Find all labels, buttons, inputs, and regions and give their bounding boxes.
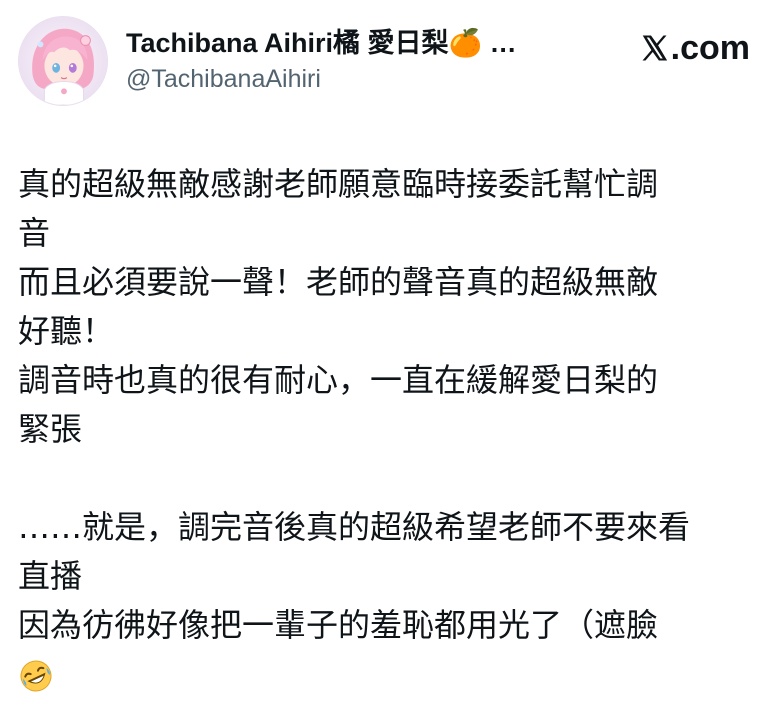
- avatar[interactable]: [18, 16, 108, 106]
- tweet-line-emoji: [18, 650, 748, 699]
- author-info: Tachibana Aihiri橘 愛日梨🍊 … @TachibanaAihir…: [126, 24, 596, 96]
- tweet-line: 好聽！: [18, 312, 115, 350]
- x-brand: .com: [639, 28, 750, 68]
- tweet-line: 調音時也真的很有耐心，一直在緩解愛日梨的: [18, 361, 659, 399]
- tweet-line: 而且必須要說一聲！老師的聲音真的超級無敵: [18, 263, 659, 301]
- tweet-card: Tachibana Aihiri橘 愛日梨🍊 … @TachibanaAihir…: [0, 0, 768, 705]
- tweet-header: Tachibana Aihiri橘 愛日梨🍊 … @TachibanaAihir…: [18, 16, 750, 108]
- tweet-line: 緊張: [18, 410, 83, 448]
- tweet-line: 因為彷彿好像把一輩子的羞恥都用光了（遮臉: [18, 606, 659, 644]
- display-name[interactable]: Tachibana Aihiri橘 愛日梨🍊 …: [126, 24, 596, 62]
- tweet-line: ……就是，調完音後真的超級希望老師不要來看: [18, 508, 691, 546]
- author-handle[interactable]: @TachibanaAihiri: [126, 62, 596, 96]
- x-logo-icon: [642, 35, 667, 61]
- avatar-icon: [19, 17, 107, 105]
- tweet-line: 直播: [18, 557, 83, 595]
- tweet-line: 音: [18, 214, 51, 252]
- rolling-on-floor-laughing-emoji: [20, 660, 52, 692]
- tweet-line: 真的超級無敵感謝老師願意臨時接委託幫忙調: [18, 165, 659, 203]
- tweet-text: 真的超級無敵感謝老師願意臨時接委託幫忙調 音 而且必須要說一聲！老師的聲音真的超…: [18, 160, 748, 699]
- x-brand-label: .com: [670, 28, 750, 67]
